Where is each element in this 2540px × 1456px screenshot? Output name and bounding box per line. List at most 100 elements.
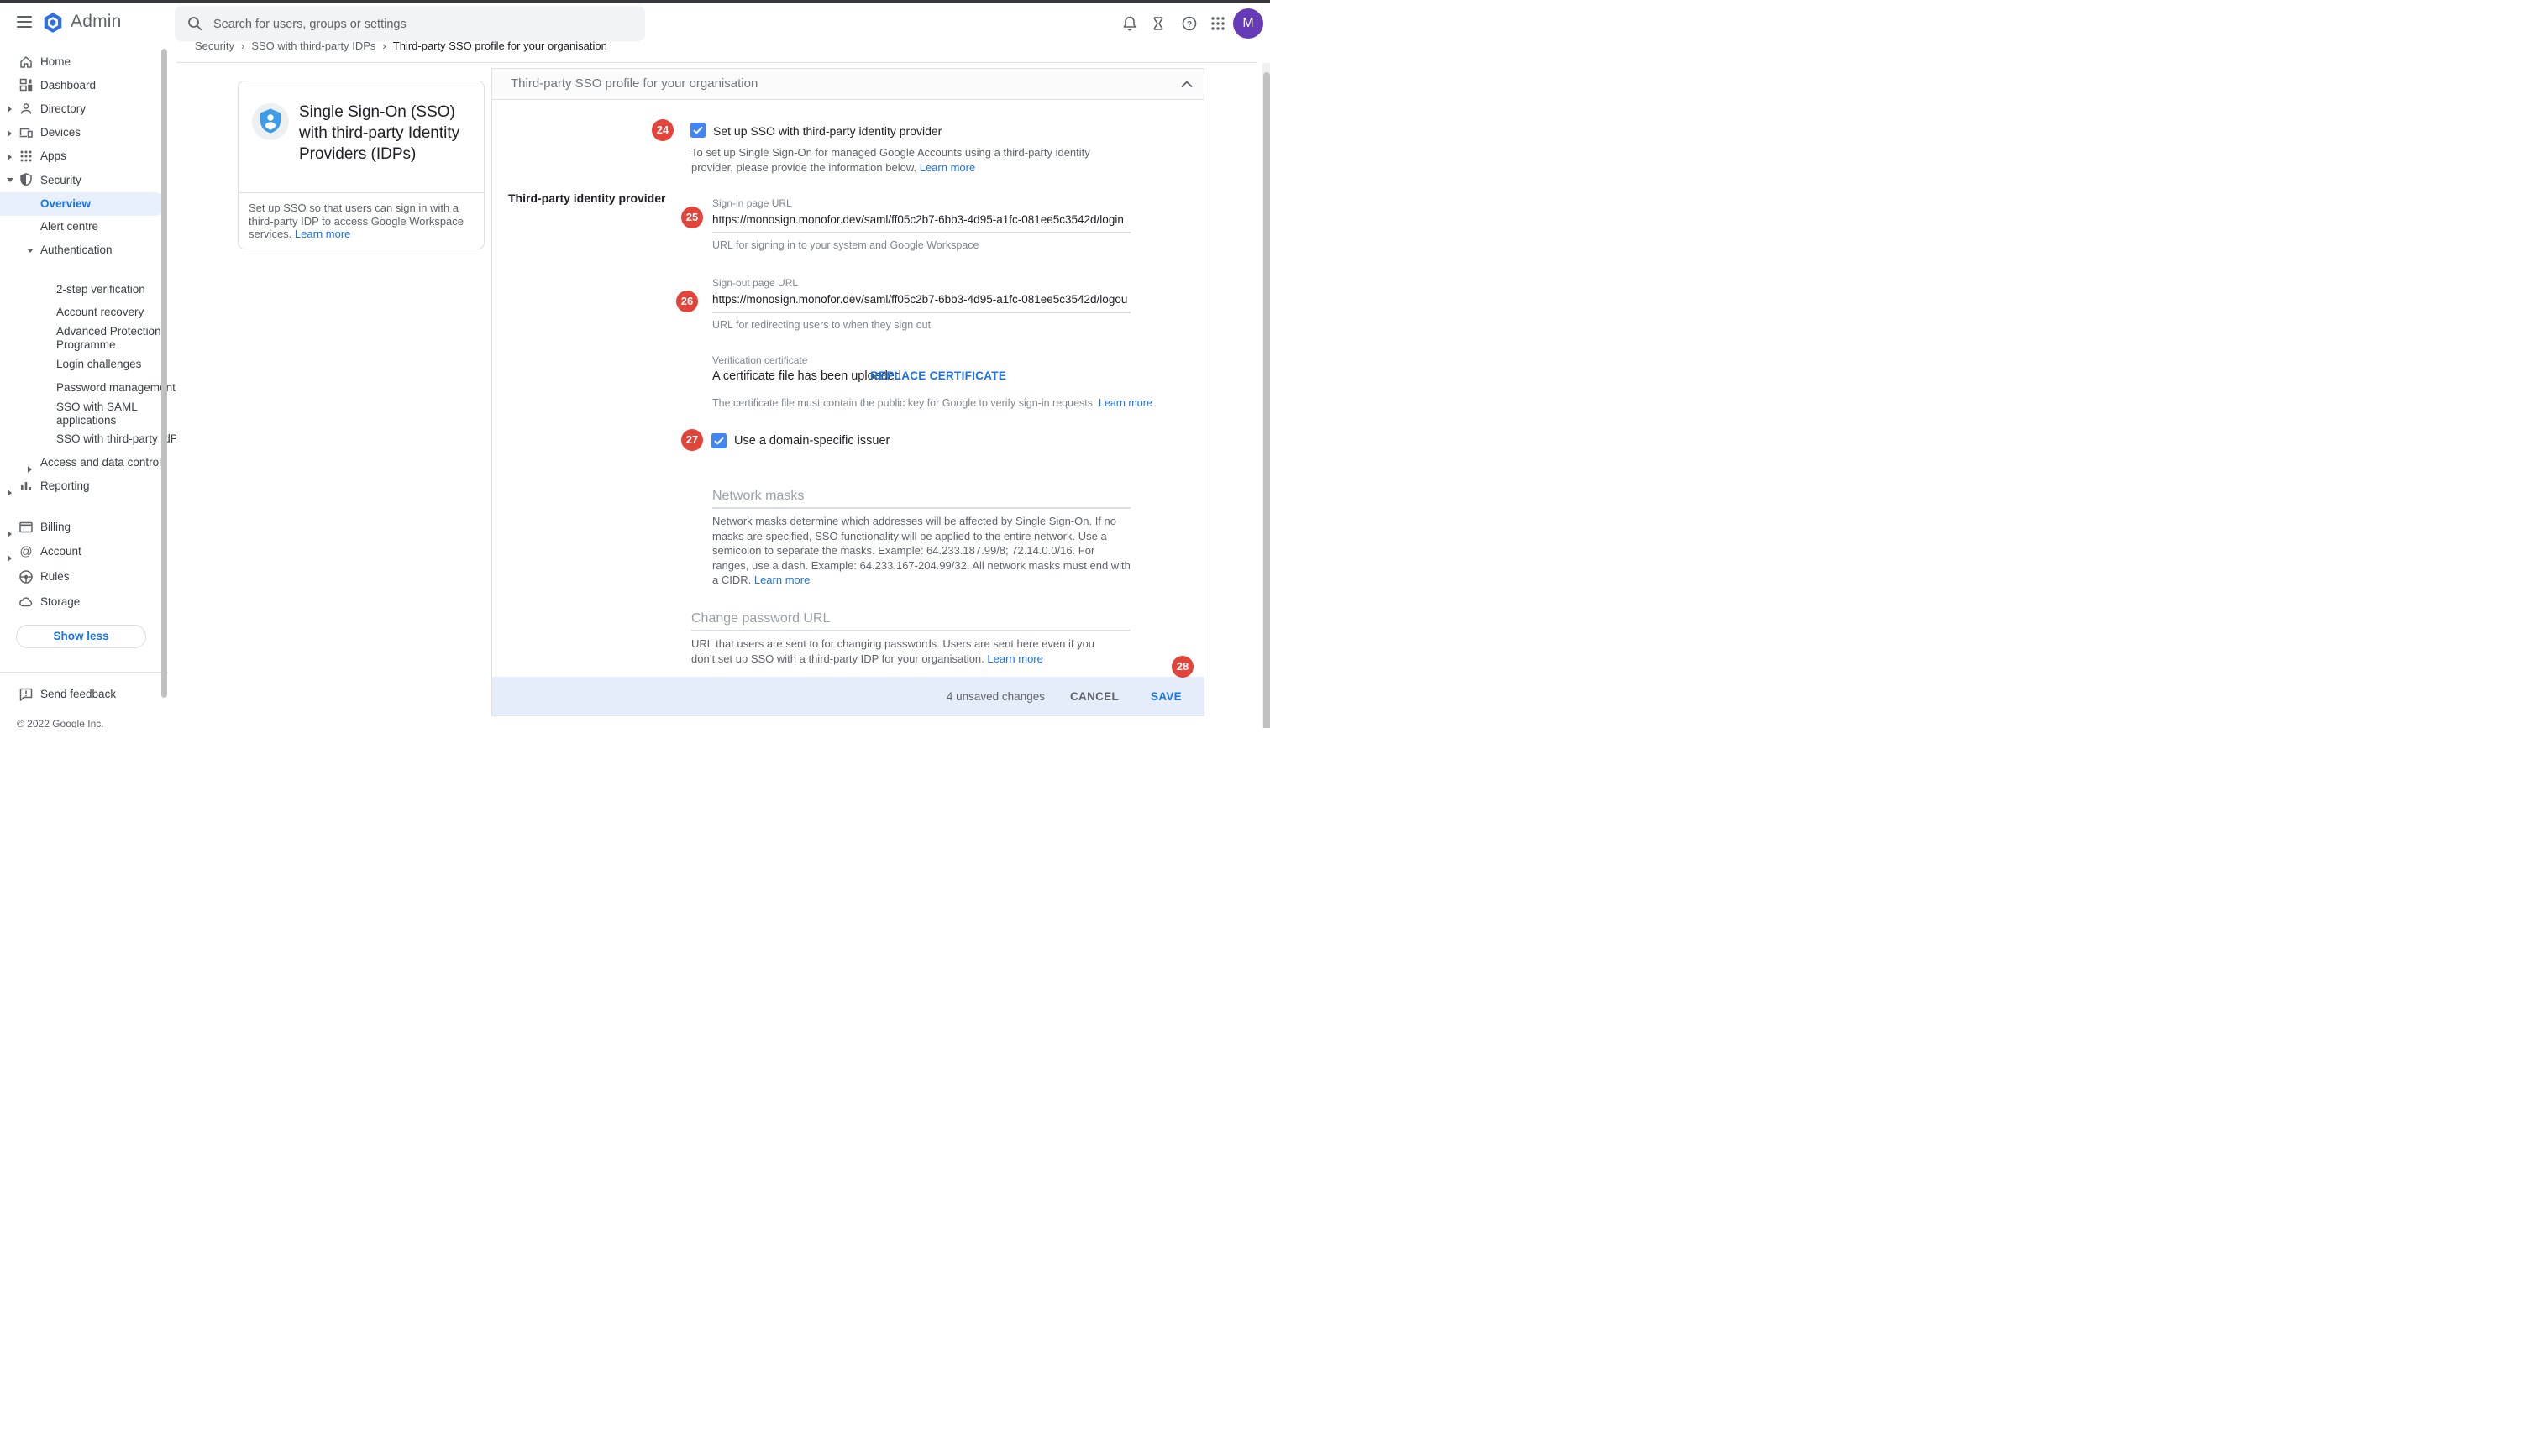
sign-out-url-input[interactable]: https://monosign.monofor.dev/saml/ff05c2… bbox=[712, 293, 1131, 306]
learn-more-link[interactable]: Learn more bbox=[920, 161, 975, 174]
save-button[interactable]: SAVE bbox=[1151, 690, 1182, 703]
sidebar-item-security[interactable]: Security bbox=[40, 172, 81, 189]
feedback-icon bbox=[18, 687, 34, 702]
search-input[interactable] bbox=[212, 6, 635, 43]
sign-in-url-input[interactable]: https://monosign.monofor.dev/saml/ff05c2… bbox=[712, 213, 1131, 226]
input-underline bbox=[691, 630, 1131, 631]
at-sign-icon: @ bbox=[18, 544, 34, 559]
sidebar-item-sso-saml[interactable]: SSO with SAML applications bbox=[56, 401, 153, 427]
unsaved-changes-text: 4 unsaved changes bbox=[947, 690, 1045, 703]
sidebar-item-apps[interactable]: Apps bbox=[40, 148, 66, 165]
breadcrumb-current-page: Third-party SSO profile for your organis… bbox=[393, 39, 607, 52]
sign-in-url-helper: URL for signing in to your system and Go… bbox=[712, 239, 979, 251]
svg-text:?: ? bbox=[1187, 20, 1192, 29]
sign-in-url-label: Sign-in page URL bbox=[712, 197, 792, 209]
menu-icon[interactable] bbox=[17, 16, 32, 28]
bar-chart-icon bbox=[18, 479, 34, 494]
sidebar-item-home[interactable]: Home bbox=[40, 54, 71, 71]
learn-more-link[interactable]: Learn more bbox=[754, 573, 810, 586]
certificate-helper: The certificate file must contain the pu… bbox=[712, 397, 1183, 409]
info-card-description-text: Set up SSO so that users can sign in wit… bbox=[249, 202, 464, 240]
breadcrumb-separator: › bbox=[382, 39, 386, 52]
page-scrollbar[interactable] bbox=[1263, 72, 1270, 728]
expand-arrow-icon[interactable] bbox=[8, 531, 12, 537]
sidebar-item-access-data-control[interactable]: Access and data control bbox=[40, 454, 161, 471]
admin-logo-icon bbox=[42, 12, 64, 34]
setup-sso-checkbox-label[interactable]: Set up SSO with third-party identity pro… bbox=[713, 124, 942, 138]
sso-profile-panel: Third-party SSO profile for your organis… bbox=[491, 68, 1204, 716]
avatar[interactable]: M bbox=[1233, 8, 1263, 39]
sidebar-item-rules[interactable]: Rules bbox=[40, 568, 70, 585]
learn-more-link[interactable]: Learn more bbox=[987, 652, 1042, 665]
show-less-button[interactable]: Show less bbox=[16, 625, 146, 648]
breadcrumb-sso-idps[interactable]: SSO with third-party IDPs bbox=[251, 39, 375, 52]
send-feedback-button[interactable]: Send feedback bbox=[40, 686, 116, 703]
expand-arrow-icon[interactable] bbox=[8, 490, 12, 496]
expand-arrow-icon[interactable] bbox=[8, 154, 12, 160]
sso-info-card: Single Sign-On (SSO) with third-party Id… bbox=[238, 81, 485, 249]
expand-arrow-icon[interactable] bbox=[8, 555, 12, 562]
sidebar-item-storage[interactable]: Storage bbox=[40, 594, 80, 610]
domain-specific-issuer-checkbox[interactable] bbox=[711, 433, 727, 448]
annotation-badge-24: 24 bbox=[652, 119, 674, 141]
sidebar-item-authentication[interactable]: Authentication bbox=[40, 242, 113, 259]
sign-out-url-helper: URL for redirecting users to when they s… bbox=[712, 319, 931, 331]
devices-icon bbox=[18, 125, 34, 140]
person-icon bbox=[18, 102, 34, 117]
learn-more-link[interactable]: Learn more bbox=[1099, 397, 1152, 409]
divider bbox=[0, 672, 168, 673]
sidebar-item-advanced-protection[interactable]: Advanced Protection Programme bbox=[56, 325, 161, 352]
annotation-badge-26: 26 bbox=[676, 291, 698, 312]
sidebar-item-reporting[interactable]: Reporting bbox=[40, 478, 90, 495]
sidebar-item-password-management[interactable]: Password management bbox=[56, 380, 176, 396]
network-masks-input[interactable]: Network masks bbox=[712, 489, 804, 504]
sidebar-nav: Home Dashboard Directory Devices Apps Se… bbox=[0, 44, 176, 728]
info-card-description: Set up SSO so that users can sign in wit… bbox=[249, 202, 469, 241]
network-masks-helper: Network masks determine which addresses … bbox=[712, 514, 1132, 588]
chevron-up-icon[interactable] bbox=[1181, 80, 1193, 88]
collapse-arrow-icon[interactable] bbox=[27, 249, 34, 253]
sidebar-item-account[interactable]: Account bbox=[40, 543, 81, 560]
expand-arrow-icon[interactable] bbox=[8, 130, 12, 137]
change-password-helper: URL that users are sent to for changing … bbox=[691, 636, 1120, 666]
svg-text:@: @ bbox=[19, 545, 32, 559]
sidebar-scrollbar[interactable] bbox=[161, 49, 167, 698]
sidebar-item-2-step-verification[interactable]: 2-step verification bbox=[56, 281, 145, 298]
replace-certificate-button[interactable]: REPLACE CERTIFICATE bbox=[870, 369, 1006, 382]
sidebar-item-account-recovery[interactable]: Account recovery bbox=[56, 304, 144, 321]
credit-card-icon bbox=[18, 520, 34, 535]
sidebar-item-login-challenges[interactable]: Login challenges bbox=[56, 356, 141, 373]
search-box[interactable] bbox=[175, 6, 645, 41]
domain-specific-issuer-label[interactable]: Use a domain-specific issuer bbox=[734, 434, 890, 448]
cancel-button[interactable]: CANCEL bbox=[1070, 690, 1119, 703]
collapse-arrow-icon[interactable] bbox=[7, 178, 13, 182]
change-password-url-input[interactable]: Change password URL bbox=[691, 611, 830, 626]
setup-sso-checkbox[interactable] bbox=[690, 123, 706, 138]
sidebar-item-sso-third-party-idp[interactable]: SSO with third-party IdP bbox=[56, 431, 176, 448]
learn-more-link[interactable]: Learn more bbox=[295, 228, 350, 240]
app-bar: Admin ? M bbox=[0, 3, 1270, 44]
hourglass-icon[interactable] bbox=[1150, 15, 1167, 32]
shield-person-icon bbox=[252, 103, 289, 140]
admin-console-screen: Admin ? M bbox=[0, 0, 1270, 728]
panel-header[interactable]: Third-party SSO profile for your organis… bbox=[492, 69, 1204, 100]
cloud-icon bbox=[18, 594, 34, 610]
bell-icon[interactable] bbox=[1121, 15, 1138, 32]
unsaved-changes-bar: 4 unsaved changes CANCEL SAVE bbox=[492, 677, 1204, 715]
sidebar-item-overview[interactable]: Overview bbox=[40, 196, 91, 212]
sidebar-item-devices[interactable]: Devices bbox=[40, 124, 81, 141]
verification-certificate-label: Verification certificate bbox=[712, 354, 807, 366]
dashboard-icon bbox=[18, 77, 34, 92]
sidebar-item-billing[interactable]: Billing bbox=[40, 519, 71, 536]
sidebar-item-dashboard[interactable]: Dashboard bbox=[40, 77, 96, 94]
sidebar-item-directory[interactable]: Directory bbox=[40, 101, 86, 118]
sidebar-item-alert-centre[interactable]: Alert centre bbox=[40, 218, 98, 235]
copyright-text: © 2022 Google Inc. bbox=[17, 718, 104, 728]
apps-grid-icon[interactable] bbox=[1210, 15, 1226, 32]
help-icon[interactable]: ? bbox=[1181, 15, 1198, 32]
divider bbox=[239, 192, 484, 193]
expand-arrow-icon[interactable] bbox=[8, 106, 12, 113]
breadcrumb-security[interactable]: Security bbox=[195, 39, 234, 52]
product-name: Admin bbox=[71, 12, 122, 32]
expand-arrow-icon[interactable] bbox=[28, 466, 32, 473]
